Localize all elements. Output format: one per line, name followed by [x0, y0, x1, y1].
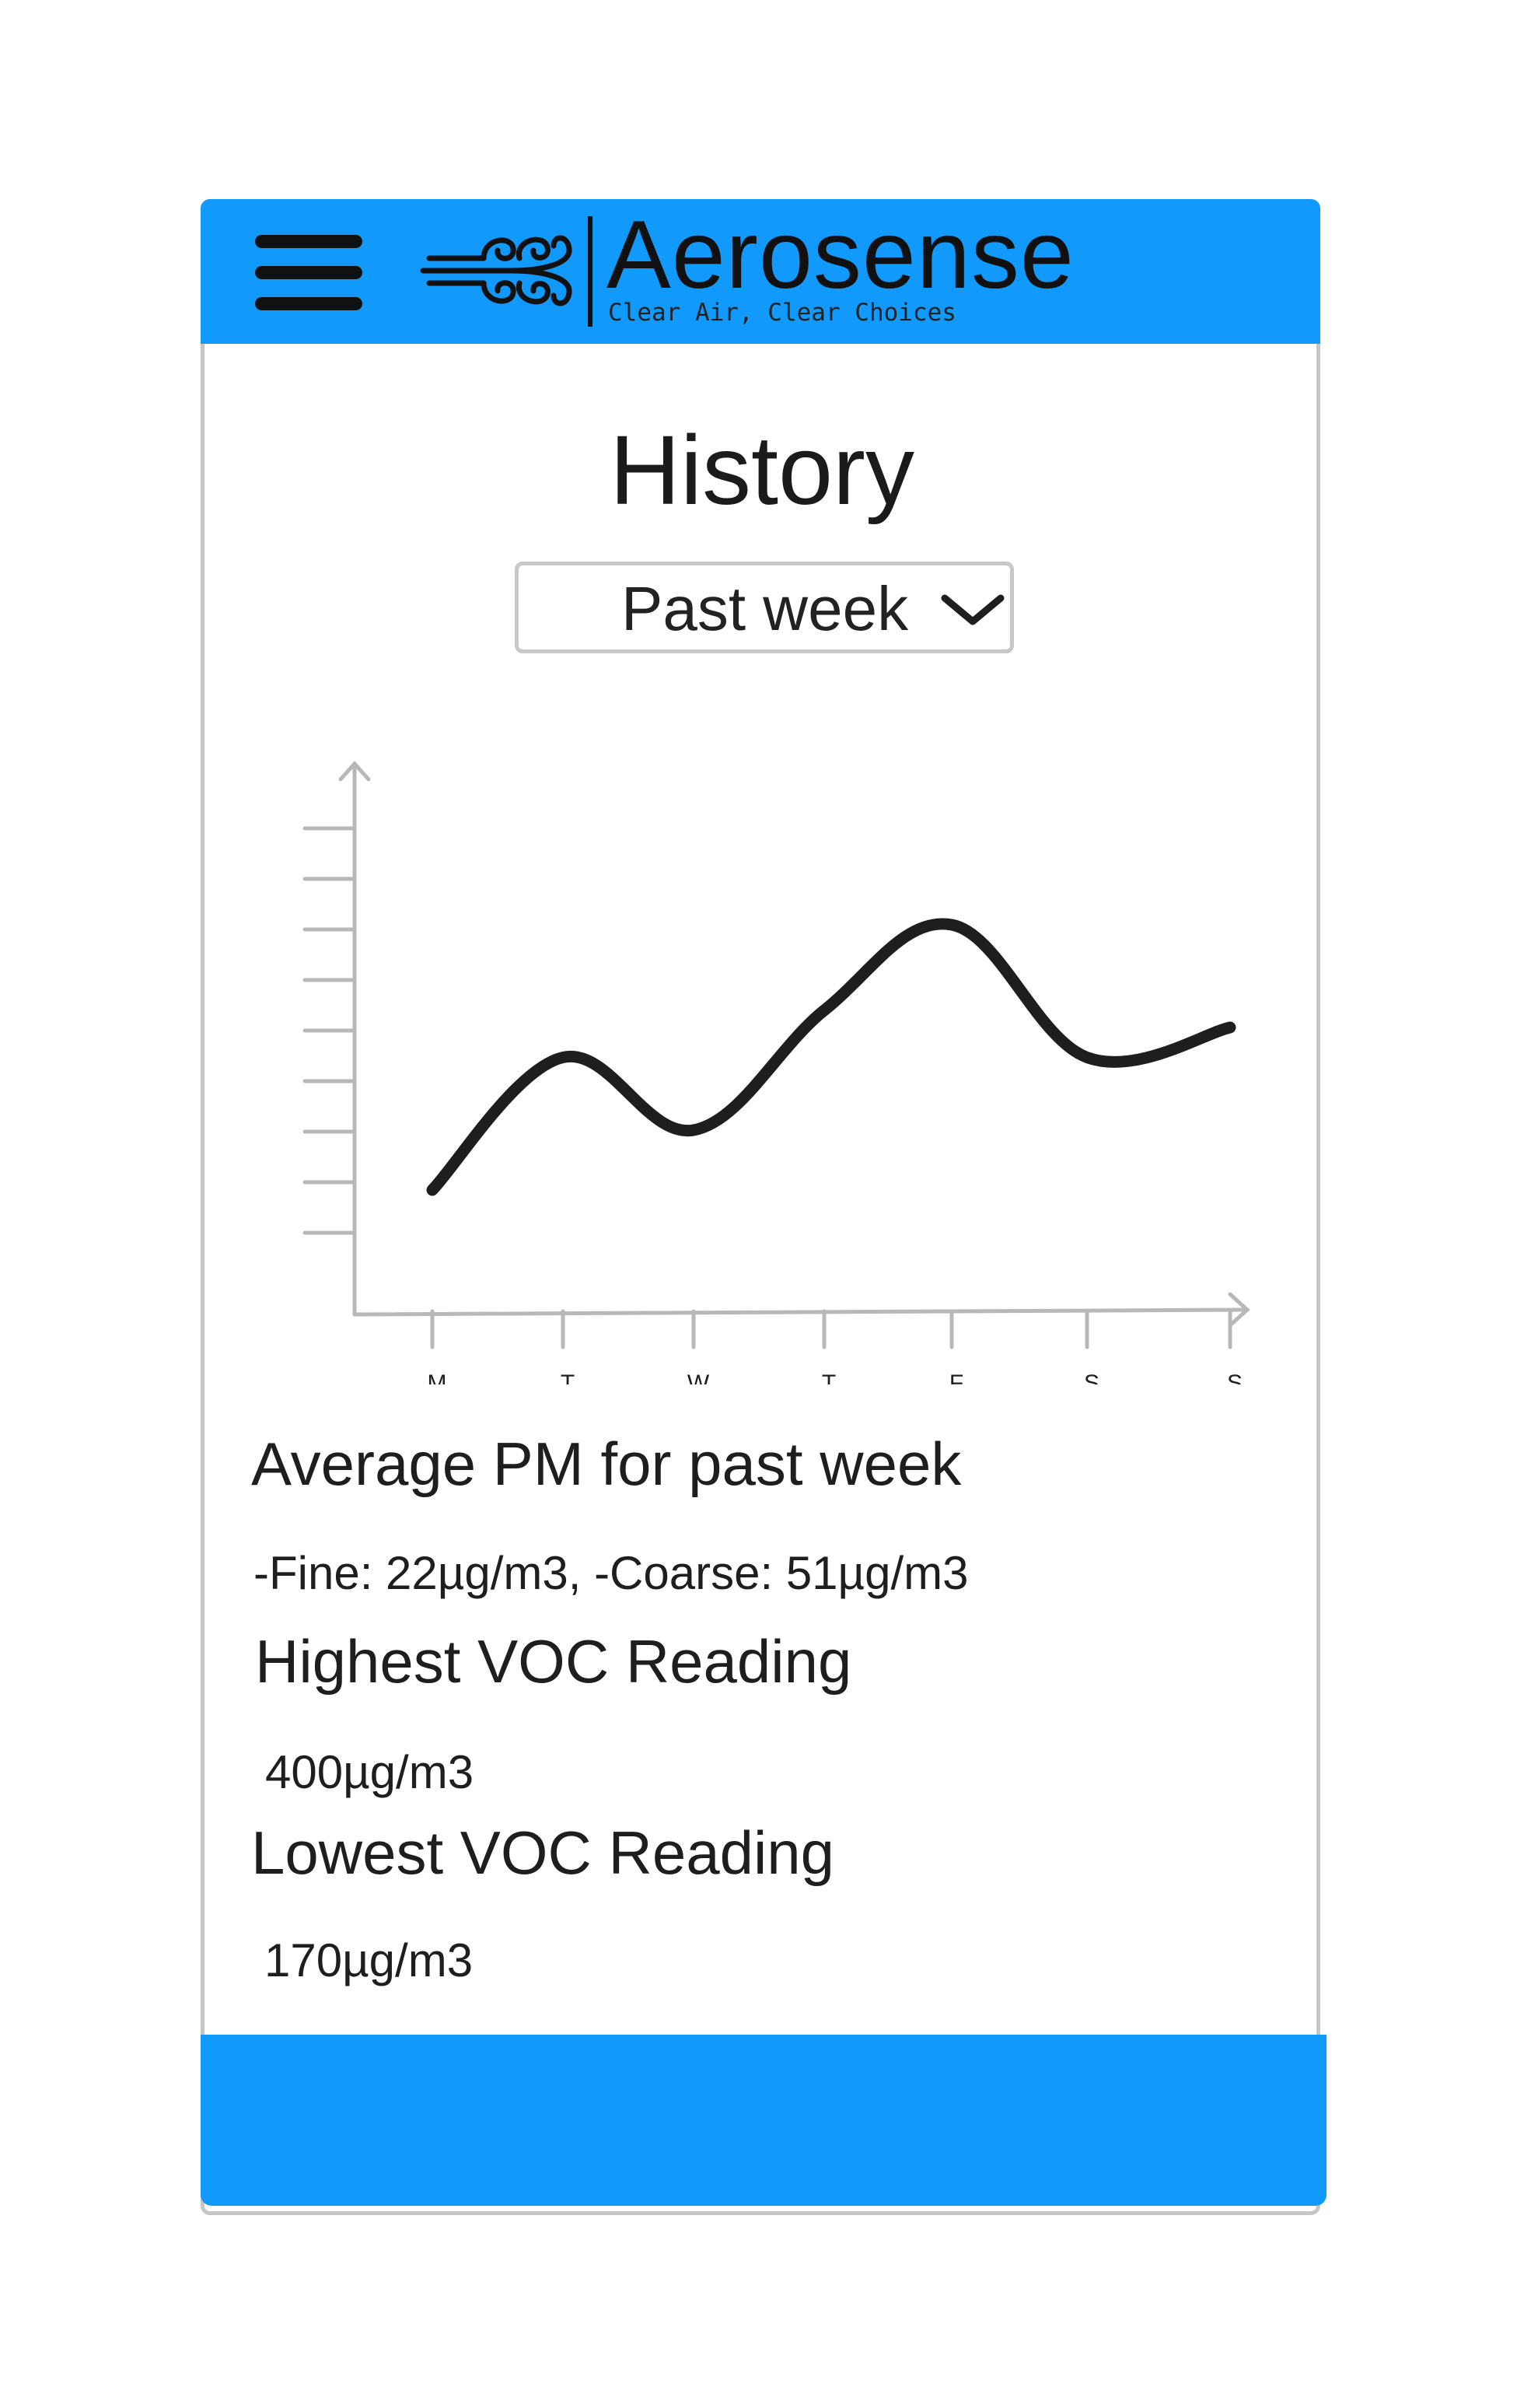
x-tick-label: T — [561, 1370, 575, 1384]
menu-line — [255, 266, 362, 279]
time-range-select[interactable]: Past week — [515, 562, 1014, 653]
highest-voc-value: 400µg/m3 — [265, 1746, 474, 1798]
highest-voc-heading: Highest VOC Reading — [255, 1627, 852, 1696]
average-pm-heading: Average PM for past week — [251, 1430, 962, 1498]
menu-line — [255, 235, 362, 248]
brand-tagline: Clear Air, Clear Choices — [608, 299, 956, 327]
x-tick-label: W — [687, 1370, 710, 1384]
x-tick-label: T — [822, 1370, 836, 1384]
average-pm-value: -Fine: 22µg/m3, -Coarse: 51µg/m3 — [253, 1547, 969, 1599]
hamburger-menu-icon[interactable] — [255, 232, 364, 317]
lowest-voc-heading: Lowest VOC Reading — [251, 1818, 835, 1887]
chevron-down-icon — [941, 594, 1005, 625]
brand-name: Aerosense — [606, 201, 1075, 309]
menu-line — [255, 297, 362, 310]
x-tick-label: M — [428, 1370, 447, 1384]
wind-swirl-icon — [420, 235, 572, 306]
page-title: History — [609, 415, 915, 525]
x-tick-label: S — [1084, 1370, 1099, 1384]
logo-divider — [588, 216, 592, 327]
series-line — [426, 918, 1236, 1196]
history-line-chart: MTWTFSS — [302, 761, 1250, 1384]
x-axis — [352, 1307, 1250, 1317]
time-range-value: Past week — [621, 574, 909, 643]
bottom-bar — [201, 2035, 1327, 2206]
x-tick-label: F — [949, 1370, 963, 1384]
lowest-voc-value: 170µg/m3 — [264, 1934, 474, 1986]
x-tick-label: S — [1227, 1370, 1243, 1384]
